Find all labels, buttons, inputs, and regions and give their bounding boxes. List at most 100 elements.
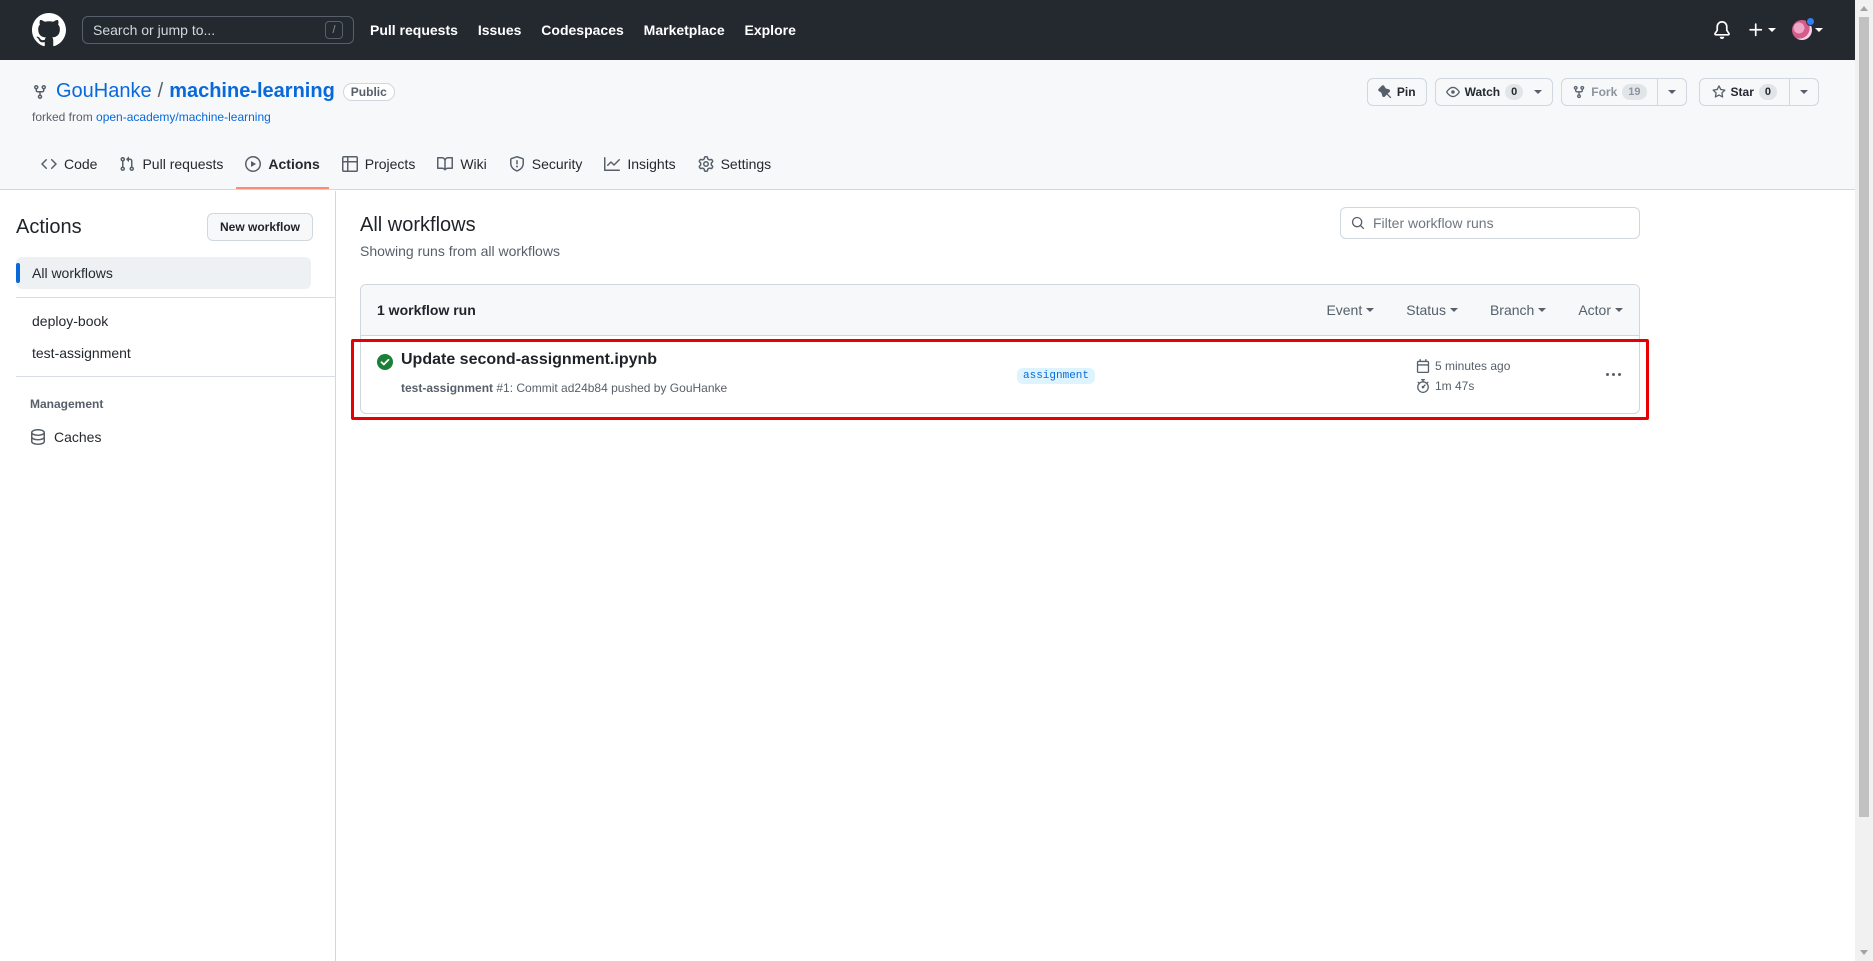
tab-wiki[interactable]: Wiki	[428, 141, 495, 189]
scroll-down-arrow-icon[interactable]	[1860, 950, 1868, 955]
repo-tabs: Code Pull requests Actions Projects Wiki…	[32, 141, 784, 189]
scrollbar-thumb[interactable]	[1859, 17, 1869, 817]
status-filter-label: Status	[1406, 302, 1446, 318]
star-label: Star	[1730, 85, 1754, 99]
page-scrollbar[interactable]	[1855, 0, 1873, 961]
book-icon	[437, 156, 454, 171]
workflow-runs-list: 1 workflow run Event Status Branch Actor	[360, 284, 1640, 414]
chevron-down-icon	[1667, 90, 1676, 94]
event-filter-dropdown[interactable]: Event	[1326, 302, 1375, 318]
search-icon	[1351, 216, 1365, 230]
github-logo-icon[interactable]	[32, 13, 66, 47]
tab-projects[interactable]: Projects	[333, 141, 425, 189]
actions-sidebar: Actions New workflow All workflows deplo…	[0, 191, 336, 961]
nav-pull-requests[interactable]: Pull requests	[370, 22, 458, 38]
run-duration: 1m 47s	[1416, 376, 1510, 396]
sidebar-item-caches[interactable]: Caches	[16, 421, 311, 453]
chevron-down-icon	[1768, 28, 1776, 32]
filter-workflow-runs[interactable]	[1340, 207, 1640, 239]
search-placeholder: Search or jump to...	[93, 22, 216, 38]
tab-settings-label: Settings	[720, 156, 772, 172]
new-workflow-button[interactable]: New workflow	[207, 213, 314, 241]
sidebar-divider	[16, 297, 336, 298]
watch-button[interactable]: Watch 0	[1434, 78, 1554, 106]
workflow-run-row[interactable]: Update second-assignment.ipynb test-assi…	[361, 336, 1639, 413]
caches-label: Caches	[54, 429, 102, 445]
scroll-up-arrow-icon[interactable]	[1860, 6, 1868, 11]
fork-button[interactable]: Fork 19	[1561, 78, 1658, 106]
repo-separator: /	[157, 80, 164, 102]
sidebar-item-test-assignment[interactable]: test-assignment	[16, 337, 311, 369]
nav-codespaces[interactable]: Codespaces	[541, 22, 623, 38]
pin-label: Pin	[1396, 85, 1416, 99]
create-new-menu[interactable]	[1747, 21, 1776, 39]
table-icon	[341, 156, 358, 172]
user-menu[interactable]	[1792, 17, 1823, 40]
status-dot	[1806, 17, 1815, 26]
git-pull-request-icon	[120, 156, 135, 172]
repo-owner-link[interactable]: GouHanke	[56, 80, 152, 103]
nav-marketplace[interactable]: Marketplace	[644, 22, 725, 38]
pin-icon	[1378, 85, 1392, 99]
forked-from-text: forked from open-academy/machine-learnin…	[32, 110, 271, 124]
tab-code[interactable]: Code	[32, 141, 106, 189]
kebab-horizontal-icon[interactable]	[1601, 364, 1625, 384]
slash-key-hint: /	[325, 21, 343, 39]
fork-dropdown-button[interactable]	[1657, 78, 1687, 106]
chevron-down-icon	[1800, 90, 1808, 94]
sidebar-divider	[16, 376, 336, 377]
runs-filter-bar: Event Status Branch Actor	[1326, 302, 1623, 318]
sidebar-item-deploy-book[interactable]: deploy-book	[16, 305, 311, 337]
run-meta: test-assignment #1: Commit ad24b84 pushe…	[401, 381, 727, 395]
tab-security[interactable]: Security	[500, 141, 592, 189]
sidebar-item-all-workflows[interactable]: All workflows	[16, 257, 311, 289]
run-workflow-name: test-assignment	[401, 381, 494, 395]
filter-input[interactable]	[1373, 215, 1623, 231]
code-icon	[41, 158, 57, 170]
forked-from-prefix: forked from	[32, 110, 97, 124]
runs-header: 1 workflow run Event Status Branch Actor	[361, 285, 1639, 336]
tab-code-label: Code	[64, 156, 98, 172]
nav-explore[interactable]: Explore	[745, 22, 796, 38]
watch-label: Watch	[1464, 85, 1501, 99]
tab-settings[interactable]: Settings	[689, 141, 781, 189]
tab-pull-requests[interactable]: Pull requests	[110, 141, 232, 189]
graph-icon	[604, 157, 621, 171]
fork-count: 19	[1622, 84, 1647, 100]
actor-filter-dropdown[interactable]: Actor	[1578, 302, 1623, 318]
tab-insights[interactable]: Insights	[595, 141, 684, 189]
tab-actions[interactable]: Actions	[236, 141, 329, 189]
global-nav: Pull requests Issues Codespaces Marketpl…	[370, 22, 812, 38]
nav-issues[interactable]: Issues	[478, 22, 522, 38]
chevron-down-icon	[1366, 308, 1375, 312]
branch-filter-dropdown[interactable]: Branch	[1490, 302, 1547, 318]
repo-name-link[interactable]: machine-learning	[169, 80, 335, 103]
sidebar-title: Actions	[16, 216, 82, 238]
pin-button[interactable]: Pin	[1366, 78, 1427, 106]
tab-insights-label: Insights	[627, 156, 676, 172]
chevron-down-icon	[1815, 28, 1823, 32]
run-started-text: 5 minutes ago	[1435, 359, 1511, 373]
play-icon	[245, 156, 262, 172]
global-search-input[interactable]: Search or jump to... /	[82, 16, 354, 44]
shield-icon	[509, 156, 524, 172]
stopwatch-icon	[1417, 379, 1429, 393]
run-commit-info: #1: Commit ad24b84 pushed by GouHanke	[493, 381, 728, 395]
tab-actions-label: Actions	[268, 156, 320, 172]
avatar	[1792, 17, 1815, 40]
run-title-link[interactable]: Update second-assignment.ipynb	[401, 351, 657, 369]
repo-action-buttons: Pin Watch 0 Fork 19 Star 0	[1366, 78, 1819, 106]
run-duration-text: 1m 47s	[1435, 379, 1475, 393]
forked-from-link[interactable]: open-academy/machine-learning	[96, 110, 271, 124]
runs-count: 1 workflow run	[377, 302, 476, 318]
bell-icon[interactable]	[1713, 21, 1731, 39]
branch-label[interactable]: assignment	[1017, 368, 1096, 384]
fork-button-group: Fork 19	[1561, 78, 1687, 106]
header-actions	[1713, 17, 1823, 40]
repo-title: GouHanke / machine-learning Public	[32, 80, 395, 103]
star-button[interactable]: Star 0	[1698, 78, 1790, 106]
status-filter-dropdown[interactable]: Status	[1406, 302, 1458, 318]
repo-forked-icon	[1574, 85, 1585, 99]
star-dropdown-button[interactable]	[1790, 78, 1819, 106]
page-title: All workflows	[360, 214, 476, 236]
